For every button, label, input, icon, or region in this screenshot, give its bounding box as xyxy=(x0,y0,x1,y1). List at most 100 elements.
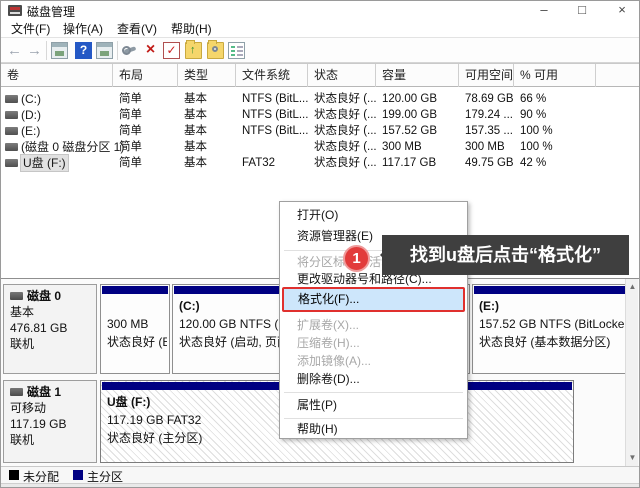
cell-free: 157.35 ... xyxy=(465,125,513,137)
minimize-button[interactable]: – xyxy=(529,1,559,19)
table-row[interactable]: (C:) 简单 基本 NTFS (BitL... 状态良好 (... 120.0… xyxy=(1,91,639,107)
menu-file[interactable]: 文件(F) xyxy=(7,21,54,37)
help-icon[interactable]: ? xyxy=(75,42,92,59)
primary-partition-band xyxy=(474,286,626,294)
maximize-button[interactable]: □ xyxy=(567,1,597,19)
volume-name: (D:) xyxy=(21,108,41,122)
menu-help[interactable]: 帮助(H) xyxy=(167,21,216,37)
title-bar: 磁盘管理 – □ × xyxy=(1,1,639,20)
menu-bar: 文件(F) 操作(A) 查看(V) 帮助(H) xyxy=(1,20,639,37)
cell-capacity: 157.52 GB xyxy=(382,125,437,137)
volume-list-header: 卷 布局 类型 文件系统 状态 容量 可用空间 % 可用 xyxy=(1,63,639,87)
column-header-capacity[interactable]: 容量 xyxy=(376,64,459,87)
folder-export-icon[interactable]: ↑ xyxy=(185,40,202,59)
table-row[interactable]: (D:) 简单 基本 NTFS (BitL... 状态良好 (... 199.0… xyxy=(1,107,639,123)
column-header-volume[interactable]: 卷 xyxy=(1,64,113,87)
disk-name: 磁盘 1 xyxy=(27,385,62,399)
menu-item-extend-volume: 扩展卷(X)... xyxy=(297,318,359,332)
partition-status: 状态良好 (EF xyxy=(107,335,167,349)
partition-efi[interactable]: 300 MB 状态良好 (EF xyxy=(100,284,170,374)
menu-item-help[interactable]: 帮助(H) xyxy=(281,419,466,439)
details-list-icon[interactable] xyxy=(228,42,245,59)
cell-capacity: 199.00 GB xyxy=(382,109,437,121)
volume-icon xyxy=(5,111,18,119)
cell-pct-free: 42 % xyxy=(520,157,547,169)
cell-status: 状态良好 (... xyxy=(314,125,376,137)
partition-status: 状态良好 (基本数据分区) xyxy=(479,335,611,349)
status-strip xyxy=(1,483,639,487)
table-row[interactable]: (磁盘 0 磁盘分区 1) 简单 基本 状态良好 (... 300 MB 300… xyxy=(1,139,639,155)
disk-management-window: 磁盘管理 – □ × 文件(F) 操作(A) 查看(V) 帮助(H) ← → ?… xyxy=(0,0,640,488)
check-task-icon[interactable]: ✓ xyxy=(163,42,180,59)
volume-icon xyxy=(5,159,18,167)
cell-layout: 简单 xyxy=(119,93,142,105)
cell-free: 49.75 GB xyxy=(465,157,514,169)
cell-capacity: 120.00 GB xyxy=(382,93,437,105)
console-window-icon[interactable] xyxy=(96,42,113,59)
cell-layout: 简单 xyxy=(119,141,142,153)
partition-e[interactable]: (E:) 157.52 GB NTFS (BitLocker 已 状态良好 (基… xyxy=(472,284,628,374)
disk-0-info[interactable]: 磁盘 0 基本 476.81 GB 联机 xyxy=(3,284,97,374)
column-header-filesystem[interactable]: 文件系统 xyxy=(236,64,308,87)
cell-type: 基本 xyxy=(184,109,207,121)
column-header-type[interactable]: 类型 xyxy=(178,64,236,87)
primary-partition-band xyxy=(102,286,168,294)
disk-type: 可移动 xyxy=(10,401,47,415)
menu-item-properties[interactable]: 属性(P) xyxy=(281,395,466,415)
volume-name: (磁盘 0 磁盘分区 1) xyxy=(21,140,125,154)
cell-free: 300 MB xyxy=(465,141,505,153)
column-header-empty xyxy=(596,64,639,87)
volume-icon xyxy=(5,127,18,135)
disk-1-info[interactable]: 磁盘 1 可移动 117.19 GB 联机 xyxy=(3,380,97,463)
cell-filesystem: NTFS (BitL... xyxy=(242,125,308,137)
unallocated-swatch xyxy=(9,470,19,480)
close-button[interactable]: × xyxy=(607,1,637,19)
menu-item-open[interactable]: 打开(O) xyxy=(281,205,466,225)
forward-arrow-icon[interactable]: → xyxy=(26,42,43,59)
cell-free: 179.24 ... xyxy=(465,109,513,121)
cell-type: 基本 xyxy=(184,157,207,169)
column-header-free-space[interactable]: 可用空间 xyxy=(459,64,514,87)
column-header-pct-free[interactable]: % 可用 xyxy=(514,64,596,87)
vertical-scrollbar[interactable]: ▲ ▼ xyxy=(625,279,638,466)
cell-status: 状态良好 (... xyxy=(314,109,376,121)
folder-search-icon[interactable] xyxy=(207,40,224,59)
legend-bar: 未分配 主分区 xyxy=(1,466,639,484)
toolbar-separator xyxy=(46,41,47,60)
partition-label: (E:) xyxy=(479,299,499,313)
cell-filesystem: NTFS (BitL... xyxy=(242,109,308,121)
table-row[interactable]: (E:) 简单 基本 NTFS (BitL... 状态良好 (... 157.5… xyxy=(1,123,639,139)
cell-free: 78.69 GB xyxy=(465,93,514,105)
scroll-down-icon[interactable]: ▼ xyxy=(626,451,639,464)
back-arrow-icon[interactable]: ← xyxy=(6,42,23,59)
primary-partition-swatch xyxy=(73,470,83,480)
disk-status: 联机 xyxy=(10,337,35,351)
disk-icon xyxy=(10,292,23,300)
window-title: 磁盘管理 xyxy=(27,5,76,19)
table-row-selected[interactable]: U盘 (F:) 简单 基本 FAT32 状态良好 (... 117.17 GB … xyxy=(1,154,639,172)
toolbar: ← → ? × ✓ ↑ xyxy=(1,37,639,63)
cell-pct-free: 100 % xyxy=(520,141,553,153)
disk-size: 476.81 GB xyxy=(10,321,68,335)
menu-view[interactable]: 查看(V) xyxy=(113,21,161,37)
volume-name: (C:) xyxy=(21,92,41,106)
scroll-up-icon[interactable]: ▲ xyxy=(626,280,639,293)
cell-type: 基本 xyxy=(184,141,207,153)
disk-type: 基本 xyxy=(10,305,35,319)
cell-capacity: 117.17 GB xyxy=(382,157,437,169)
cell-pct-free: 90 % xyxy=(520,109,547,121)
menu-action[interactable]: 操作(A) xyxy=(59,21,107,37)
cell-filesystem: FAT32 xyxy=(242,157,276,169)
column-header-layout[interactable]: 布局 xyxy=(113,64,178,87)
volume-name: (E:) xyxy=(21,124,41,138)
column-header-status[interactable]: 状态 xyxy=(308,64,376,87)
cell-filesystem: NTFS (BitL... xyxy=(242,93,308,105)
toolbar-separator xyxy=(117,41,118,60)
menu-item-format[interactable]: 格式化(F)... xyxy=(282,287,465,312)
cell-status: 状态良好 (... xyxy=(314,141,376,153)
menu-item-delete-volume[interactable]: 删除卷(D)... xyxy=(281,369,466,389)
delete-cross-icon[interactable]: × xyxy=(142,42,159,59)
console-window-icon[interactable] xyxy=(51,42,68,59)
disk-management-icon xyxy=(8,5,22,16)
disk-size: 117.19 GB xyxy=(10,417,67,431)
